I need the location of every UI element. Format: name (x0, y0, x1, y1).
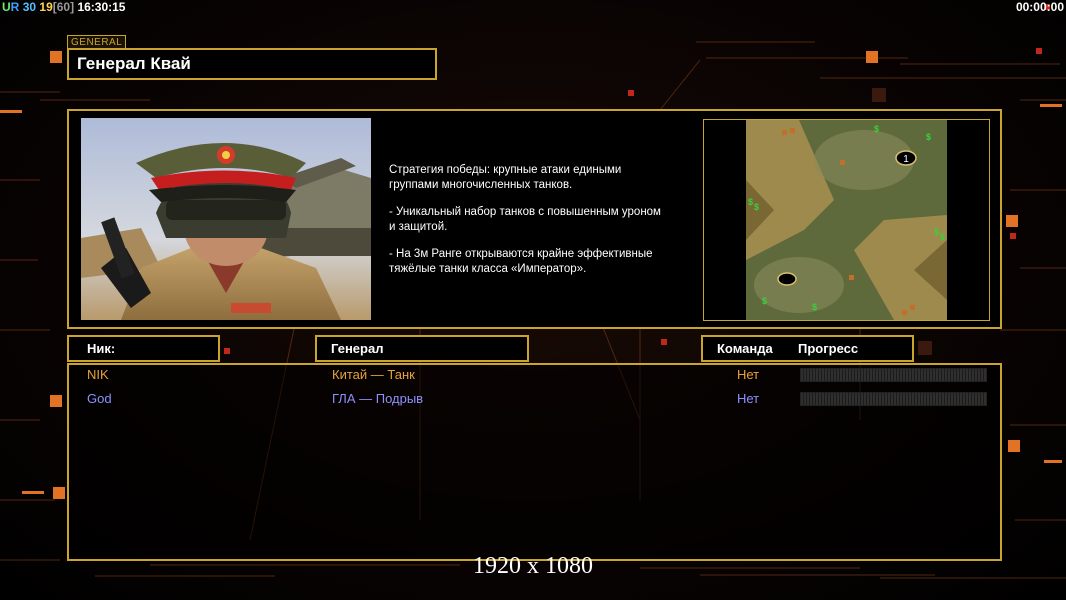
minimap-start-label: 1 (903, 154, 909, 165)
description-rank3: - На 3м Ранге открываются крайне эффекти… (389, 248, 653, 275)
ur-r-letter: R (10, 0, 20, 14)
svg-text:$: $ (754, 202, 759, 212)
header-general-label: Генерал (331, 341, 384, 356)
status-number-2: 19 (39, 0, 53, 14)
minimap[interactable]: 1 $ $ $ $ $ $ $ $ (703, 119, 990, 321)
ur-label: UR (2, 0, 19, 14)
player-row[interactable]: NIK Китай — Танк Нет (69, 365, 1000, 385)
minimap-terrain: 1 $ $ $ $ $ $ $ $ (704, 120, 989, 320)
description-strategy: Стратегия победы: крупные атаки едиными … (389, 164, 622, 191)
header-progress-label: Прогресс (798, 341, 859, 356)
status-bar: UR 30 19[60] 16:30:15 (2, 0, 125, 14)
ur-u-letter: U (2, 0, 11, 14)
header-team-progress: Команда Прогресс (701, 335, 914, 362)
general-name: Генерал Квай (77, 54, 191, 73)
svg-text:$: $ (748, 197, 753, 207)
svg-text:$: $ (934, 227, 939, 237)
header-nick-label: Ник: (87, 341, 116, 356)
player-progress-bar (800, 392, 987, 406)
player-general[interactable]: ГЛА — Подрыв (332, 391, 423, 406)
player-team[interactable]: Нет (737, 391, 759, 406)
svg-text:$: $ (874, 124, 879, 134)
player-nick: God (87, 391, 112, 406)
header-nick: Ник: (67, 335, 220, 362)
status-number-3: [60] (52, 0, 75, 14)
resolution-label: 1920 x 1080 (473, 553, 593, 579)
lobby-screen: UR 30 19[60] 16:30:15 00:00:00 GENERAL Г… (0, 0, 1066, 600)
svg-text:$: $ (812, 302, 817, 312)
player-progress-bar (800, 368, 987, 382)
header-team-label: Команда (717, 341, 773, 356)
general-info-panel: Стратегия победы: крупные атаки едиными … (67, 109, 1002, 329)
game-timer: 00:00:00 (1015, 0, 1064, 14)
player-general[interactable]: Китай — Танк (332, 367, 415, 382)
general-title-box: Генерал Квай (67, 48, 437, 80)
general-portrait (81, 118, 371, 320)
player-team[interactable]: Нет (737, 367, 759, 382)
general-description: Стратегия победы: крупные атаки едиными … (389, 163, 699, 289)
players-panel: NIK Китай — Танк Нет God ГЛА — Подрыв Не… (67, 363, 1002, 561)
player-nick: NIK (87, 367, 109, 382)
status-clock: 16:30:15 (77, 0, 126, 14)
description-tanks: - Уникальный набор танков с повышенным у… (389, 206, 661, 233)
svg-text:$: $ (926, 132, 931, 142)
player-row[interactable]: God ГЛА — Подрыв Нет (69, 389, 1000, 409)
status-number-1: 30 (22, 0, 37, 14)
svg-text:$: $ (940, 232, 945, 242)
svg-text:$: $ (762, 296, 767, 306)
header-general: Генерал (315, 335, 529, 362)
general-portrait-illustration (81, 118, 371, 320)
